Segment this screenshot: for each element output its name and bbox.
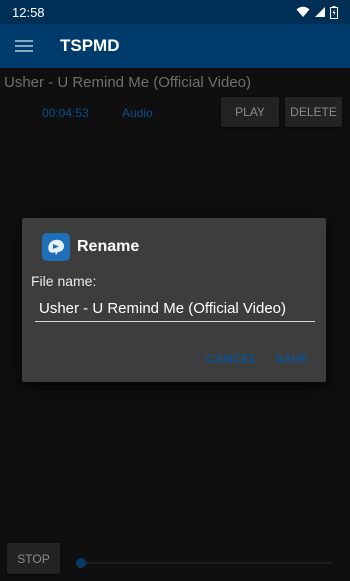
file-name-input[interactable] (35, 298, 315, 322)
cancel-button[interactable]: CANCEL (206, 352, 258, 366)
dialog-title: Rename (77, 238, 140, 255)
app-logo-icon (42, 233, 70, 261)
save-button[interactable]: SAVE (275, 352, 308, 366)
rename-dialog: Rename File name: CANCEL SAVE (22, 218, 326, 382)
file-name-label: File name: (31, 273, 97, 289)
